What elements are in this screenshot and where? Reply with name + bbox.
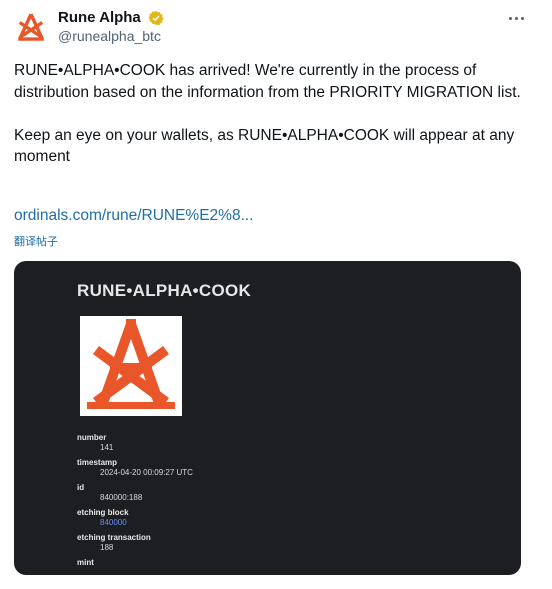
tweet-text: RUNE•ALPHA•COOK has arrived! We're curre… <box>14 60 524 189</box>
field-value-number: 141 <box>100 443 114 452</box>
rune-title: RUNE•ALPHA•COOK <box>77 281 252 300</box>
more-options-icon[interactable] <box>504 8 528 28</box>
field-label-mint: mint <box>77 558 94 567</box>
translate-post-link[interactable]: 翻译帖子 <box>14 233 58 249</box>
handle[interactable]: @runealpha_btc <box>58 28 161 44</box>
field-value-timestamp: 2024-04-20 00:09:27 UTC <box>100 468 193 477</box>
field-label-timestamp: timestamp <box>77 458 118 467</box>
field-label-etching-block: etching block <box>77 508 129 517</box>
rune-alpha-symbol-icon <box>87 319 175 409</box>
tweet[interactable]: Rune Alpha @runealpha_btc RUNE•ALPHA•COO… <box>0 0 552 589</box>
field-value-id: 840000:188 <box>100 493 143 502</box>
verified-badge-icon <box>148 10 164 26</box>
field-label-id: id <box>77 483 85 492</box>
media-card[interactable]: RUNE•ALPHA•COOK number 141 timestamp 202… <box>14 261 521 575</box>
avatar[interactable] <box>14 10 48 44</box>
rune-alpha-logo-icon <box>18 13 44 41</box>
field-value-etching-transaction: 188 <box>100 543 114 552</box>
tweet-paragraph: RUNE•ALPHA•COOK has arrived! We're curre… <box>14 62 521 101</box>
tweet-paragraph: Keep an eye on your wallets, as RUNE•ALP… <box>14 126 515 166</box>
field-label-number: number <box>77 433 107 442</box>
tweet-link[interactable]: ordinals.com/rune/RUNE%E2%8... <box>14 207 254 225</box>
rune-image <box>80 316 182 416</box>
field-value-etching-block[interactable]: 840000 <box>100 518 127 527</box>
display-name[interactable]: Rune Alpha <box>58 9 141 26</box>
field-label-etching-transaction: etching transaction <box>77 533 151 542</box>
